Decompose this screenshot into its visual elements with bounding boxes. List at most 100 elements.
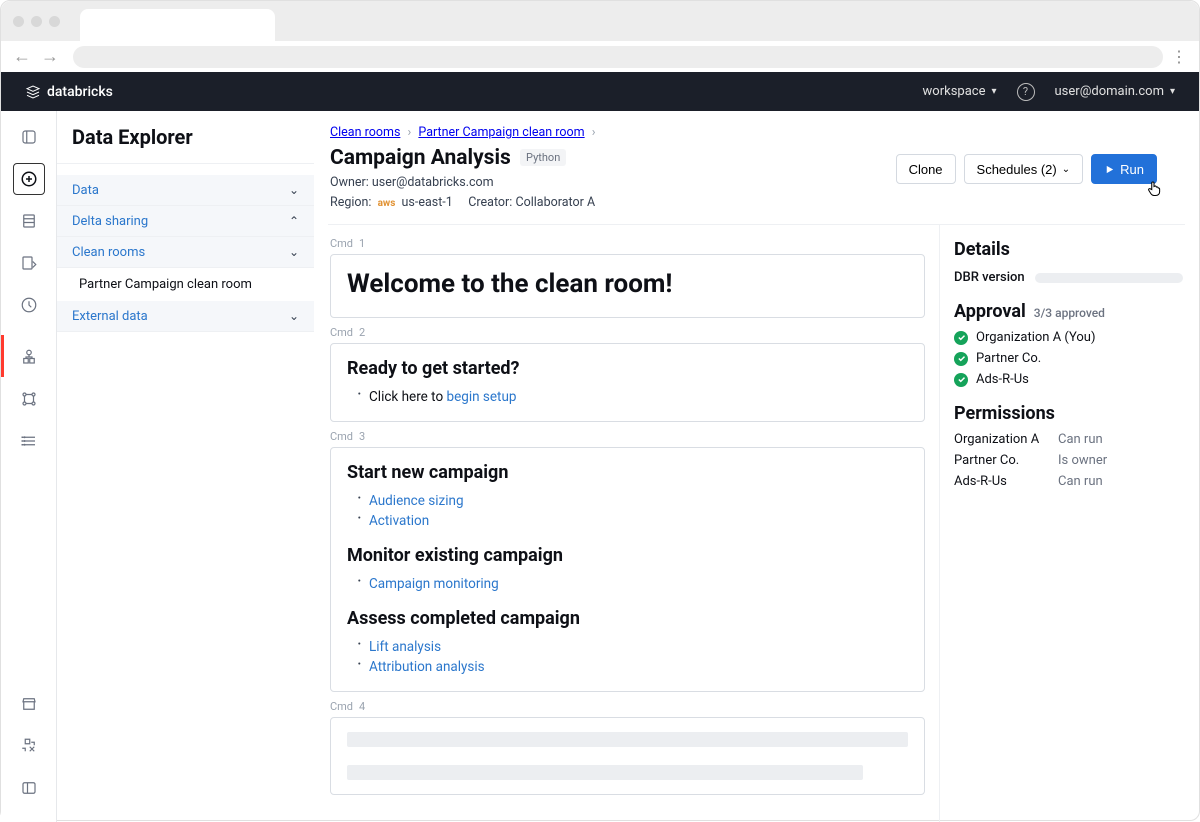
permission-row: Partner Co.Is owner: [954, 453, 1183, 468]
page-header-row: Campaign Analysis Python Owner: user@dat…: [330, 146, 1183, 210]
rail-item-recents[interactable]: [13, 289, 45, 321]
cell-3-heading-monitor: Monitor existing campaign: [347, 545, 908, 566]
schedules-button[interactable]: Schedules (2) ⌄: [964, 154, 1084, 184]
dbr-version-row: DBR version: [954, 270, 1183, 285]
breadcrumb-mid[interactable]: Partner Campaign clean room: [418, 125, 584, 140]
browser-tab[interactable]: [80, 9, 275, 41]
back-button[interactable]: ←: [11, 46, 33, 68]
page-title: Campaign Analysis: [330, 146, 511, 170]
run-button[interactable]: Run: [1091, 154, 1157, 184]
tree-item-delta-sharing[interactable]: Delta sharing ⌃: [57, 206, 314, 237]
permission-row: Ads-R-UsCan run: [954, 474, 1183, 489]
permission-row: Organization ACan run: [954, 432, 1183, 447]
notebook-cells: Cmd1 Welcome to the clean room! Cmd2 Rea…: [330, 225, 939, 822]
details-heading: Details: [954, 239, 1183, 260]
cell-2-heading: Ready to get started?: [347, 358, 908, 379]
rail-item-marketplace[interactable]: [13, 688, 45, 720]
chevron-down-icon: ⌄: [289, 183, 299, 197]
approval-count: 3/3 approved: [1034, 306, 1105, 320]
link-activation[interactable]: Activation: [369, 513, 429, 529]
approval-item-partner: Partner Co.: [954, 351, 1183, 366]
rail-item-notebooks[interactable]: [13, 205, 45, 237]
check-icon: [954, 331, 968, 345]
chevron-down-icon: ⌄: [1062, 164, 1070, 175]
chevron-right-icon: ›: [404, 125, 416, 140]
forward-button[interactable]: →: [39, 46, 61, 68]
help-icon[interactable]: ?: [1017, 83, 1035, 101]
check-icon: [954, 373, 968, 387]
user-menu[interactable]: user@domain.com ▾: [1055, 84, 1175, 99]
tree-item-clean-rooms[interactable]: Clean rooms ⌄: [57, 237, 314, 268]
left-icon-rail: [1, 111, 57, 822]
page-actions: Clone Schedules (2) ⌄ Run: [896, 154, 1183, 210]
owner-meta: Owner: user@databricks.com: [330, 175, 595, 190]
link-attribution-analysis[interactable]: Attribution analysis: [369, 659, 485, 675]
permissions-heading: Permissions: [954, 403, 1183, 424]
databricks-logo-icon: [25, 84, 41, 100]
approval-item-org-a: Organization A (You): [954, 330, 1183, 345]
region-creator-meta: Region: aws us-east-1 Creator: Collabora…: [330, 195, 595, 210]
cell-3-heading-start: Start new campaign: [347, 462, 908, 483]
play-icon: [1104, 164, 1115, 175]
skeleton-bar: [1035, 273, 1183, 283]
tab-strip: [1, 1, 1199, 41]
tree-item-external-data[interactable]: External data ⌄: [57, 301, 314, 332]
chevron-down-icon: ▾: [991, 86, 996, 97]
cell-3[interactable]: Start new campaign Audience sizing Activ…: [330, 447, 925, 692]
rail-item-workspace[interactable]: [13, 121, 45, 153]
rail-item-data-ingest[interactable]: [13, 247, 45, 279]
cell-1-heading: Welcome to the clean room!: [347, 269, 908, 299]
language-badge: Python: [520, 149, 566, 166]
chevron-up-icon: ⌃: [289, 214, 299, 228]
link-audience-sizing[interactable]: Audience sizing: [369, 493, 464, 509]
approval-item-adsrus: Ads-R-Us: [954, 372, 1183, 387]
rail-item-catalog[interactable]: [13, 341, 45, 373]
minimize-window-button[interactable]: [31, 16, 42, 27]
brand-label: databricks: [47, 84, 113, 100]
skeleton-line: [347, 732, 908, 747]
cell-label-3: Cmd3: [330, 430, 925, 443]
rail-item-toggle-panel[interactable]: [13, 772, 45, 804]
rail-item-partner[interactable]: [13, 730, 45, 762]
chevron-down-icon: ⌄: [289, 245, 299, 259]
chevron-right-icon: ›: [588, 125, 600, 140]
app-header: databricks workspace ▾ ? user@domain.com…: [1, 72, 1199, 111]
cell-1[interactable]: Welcome to the clean room!: [330, 254, 925, 318]
close-window-button[interactable]: [13, 16, 24, 27]
tree-subitem-partner-campaign[interactable]: Partner Campaign clean room: [57, 268, 314, 301]
main-content: Clean rooms › Partner Campaign clean roo…: [314, 111, 1199, 822]
link-lift-analysis[interactable]: Lift analysis: [369, 639, 441, 655]
address-bar-row: ← → ⋮: [1, 41, 1199, 72]
url-input[interactable]: [73, 46, 1163, 68]
workspace-switcher[interactable]: workspace ▾: [923, 84, 997, 99]
cell-4[interactable]: [330, 717, 925, 795]
chevron-down-icon: ⌄: [289, 309, 299, 323]
browser-chrome: ← → ⋮: [1, 1, 1199, 72]
rail-item-workflows[interactable]: [13, 383, 45, 415]
rail-item-compute[interactable]: [13, 425, 45, 457]
window-controls: [13, 16, 80, 27]
cell-2[interactable]: Ready to get started? Click here to begi…: [330, 343, 925, 422]
cell-label-1: Cmd1: [330, 237, 925, 250]
breadcrumb-root[interactable]: Clean rooms: [330, 125, 400, 140]
cell-label-4: Cmd4: [330, 700, 925, 713]
check-icon: [954, 352, 968, 366]
link-campaign-monitoring[interactable]: Campaign monitoring: [369, 576, 499, 592]
begin-setup-link[interactable]: begin setup: [447, 389, 517, 405]
tree-item-data[interactable]: Data ⌄: [57, 175, 314, 206]
explorer-panel: Data Explorer Data ⌄ Delta sharing ⌃ Cle…: [57, 111, 314, 822]
browser-menu-button[interactable]: ⋮: [1169, 47, 1189, 66]
details-sidebar: Details DBR version Approval 3/3 approve…: [939, 225, 1183, 822]
cell-3-heading-assess: Assess completed campaign: [347, 608, 908, 629]
clone-button[interactable]: Clone: [896, 154, 956, 184]
brand[interactable]: databricks: [25, 84, 113, 100]
breadcrumb: Clean rooms › Partner Campaign clean roo…: [330, 125, 1183, 140]
chevron-down-icon: ▾: [1170, 86, 1175, 97]
skeleton-line: [347, 765, 863, 780]
cell-label-2: Cmd2: [330, 326, 925, 339]
rail-item-new[interactable]: [13, 163, 45, 195]
maximize-window-button[interactable]: [49, 16, 60, 27]
panel-title: Data Explorer: [57, 125, 314, 163]
aws-icon: aws: [375, 198, 399, 209]
approval-heading: Approval 3/3 approved: [954, 301, 1183, 322]
